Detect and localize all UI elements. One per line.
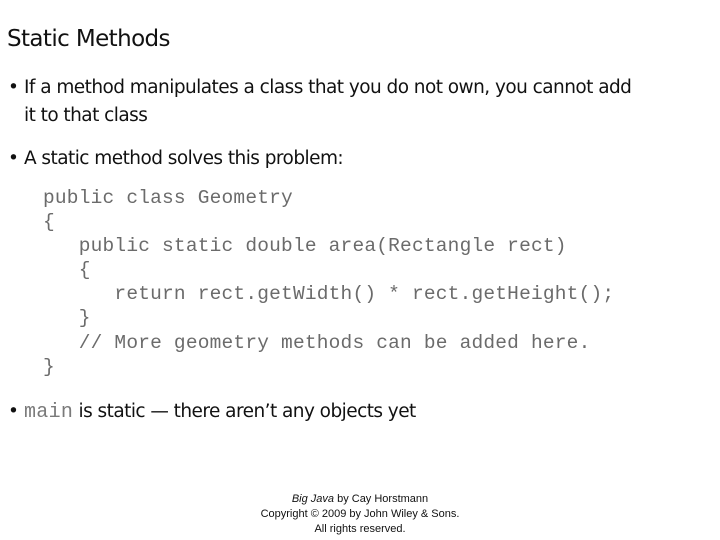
- code-line: }: [43, 355, 55, 378]
- code-line: public static double area(Rectangle rect…: [43, 235, 567, 258]
- copyright-line: Copyright © 2009 by John Wiley & Sons.: [260, 508, 460, 520]
- code-line: {: [43, 259, 91, 282]
- bullet-marker: •: [8, 401, 19, 422]
- copyright-footer: Big Java by Cay Horstmann Copyright © 20…: [240, 492, 480, 537]
- bullet-item: • main is static — there aren’t any objec…: [8, 398, 416, 427]
- author-byline: by Cay Horstmann: [334, 493, 429, 505]
- code-line: return rect.getWidth() * rect.getHeight(…: [43, 283, 615, 306]
- code-line: }: [43, 307, 91, 330]
- inline-code-main: main: [24, 401, 74, 424]
- bullet-text: is static — there aren’t any objects yet: [73, 401, 417, 422]
- bullet-marker: •: [8, 148, 19, 169]
- bullet-item: • A static method solves this problem:: [8, 145, 344, 173]
- code-line: public class Geometry: [43, 187, 293, 209]
- code-block: public class Geometry{ public static dou…: [43, 186, 614, 379]
- code-line: // More geometry methods can be added he…: [43, 331, 591, 354]
- bullet-text: A static method solves this problem:: [24, 148, 344, 169]
- code-line: {: [43, 211, 55, 234]
- slide-title: Static Methods: [7, 26, 171, 52]
- bullet-item: • If a method manipulates a class that yo…: [8, 74, 632, 130]
- bullet-text: If a method manipulates a class that you…: [24, 77, 632, 98]
- bullet-marker: •: [8, 77, 19, 98]
- book-title: Big Java: [291, 493, 335, 505]
- rights-line: All rights reserved.: [314, 523, 406, 535]
- bullet-text-continuation: it to that class: [24, 105, 148, 126]
